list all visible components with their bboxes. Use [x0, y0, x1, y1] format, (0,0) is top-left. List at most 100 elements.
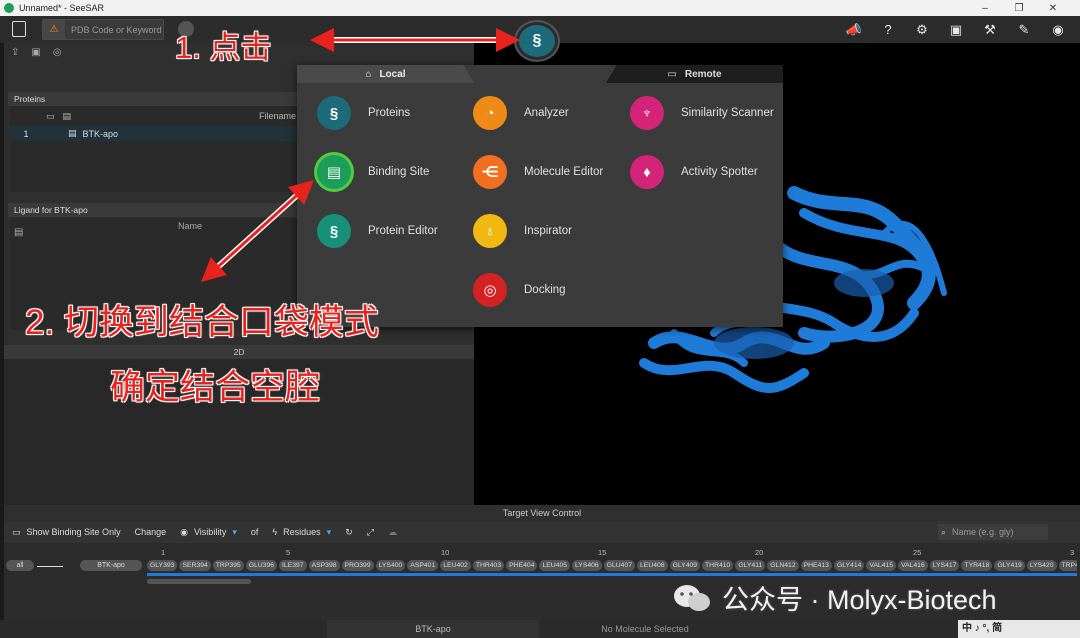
restore-button[interactable]: ❐ — [1002, 3, 1036, 14]
refresh-icon[interactable]: ↻ — [345, 527, 353, 538]
megaphone-icon[interactable]: 📣 — [842, 19, 866, 40]
annotation-step2-sub: 确定结合空腔 — [110, 368, 321, 407]
residue-chip[interactable]: GLY411 — [735, 560, 766, 571]
measure-icon[interactable]: ✎ — [1012, 19, 1036, 40]
residue-chip[interactable]: THR403 — [472, 560, 505, 571]
residue-chip[interactable]: VAL415 — [866, 560, 897, 571]
close-button[interactable]: ✕ — [1036, 3, 1070, 14]
analyzer-icon: ◔ — [473, 96, 507, 130]
window-controls: – ❐ ✕ — [968, 0, 1070, 16]
view-icon[interactable]: ◎ — [53, 47, 62, 58]
tab-local[interactable]: ⌂ Local — [297, 65, 474, 83]
residue-chip[interactable]: GLU396 — [245, 560, 278, 571]
residue-chip[interactable]: THR410 — [702, 560, 734, 571]
eye-icon: ◉ — [180, 526, 188, 537]
mode-activity-spotter[interactable]: ♦ Activity Spotter — [630, 155, 758, 189]
mode-menu-button[interactable]: § — [516, 22, 558, 60]
target-view-title: Target View Control — [4, 505, 1080, 521]
residue-name-input[interactable]: ⌕ Name (e.g. gly) — [938, 524, 1048, 540]
all-chain-chip[interactable]: all — [6, 560, 34, 571]
tools-icon[interactable]: ⚒ — [978, 19, 1002, 40]
residues-dropdown[interactable]: ϟ Residues ▾ — [272, 527, 331, 538]
save-icon[interactable]: ▣ — [31, 47, 40, 58]
eye-icon[interactable]: ◉ — [1046, 19, 1070, 40]
checkbox-icon[interactable]: ▭ — [12, 527, 21, 538]
brain-icon[interactable]: ☁ — [388, 527, 397, 538]
residue-chip[interactable]: TRP395 — [212, 560, 244, 571]
residue-chip[interactable]: PHE413 — [800, 560, 832, 571]
import-icon[interactable]: ⇪ — [11, 47, 19, 58]
residue-chip[interactable]: ASP401 — [407, 560, 439, 571]
mode-label: Binding Site — [368, 166, 430, 178]
residue-chip[interactable]: SER394 — [179, 560, 211, 571]
mode-proteins[interactable]: § Proteins — [317, 96, 410, 130]
ruler-tick: 15 — [598, 548, 607, 557]
ruler-tick: 3 — [1070, 548, 1075, 557]
residue-chip[interactable]: TYR418 — [961, 560, 993, 571]
server-icon: ▭ — [667, 68, 677, 80]
mode-protein-editor[interactable]: § Protein Editor — [317, 214, 438, 248]
settings-icon[interactable]: ⚙ — [910, 19, 934, 40]
mode-label: Similarity Scanner — [681, 107, 774, 119]
mode-label: Inspirator — [524, 225, 572, 237]
mode-inspirator[interactable]: ♁ Inspirator — [473, 214, 572, 248]
mode-molecule-editor[interactable]: ⋲ Molecule Editor — [473, 155, 603, 189]
status-molecule: No Molecule Selected — [601, 624, 689, 634]
residue-chip[interactable]: ILE397 — [279, 560, 307, 571]
name-column[interactable]: Name — [178, 221, 202, 231]
mode-analyzer[interactable]: ◔ Analyzer — [473, 96, 569, 130]
column-icon[interactable]: ▭ — [46, 111, 55, 122]
residue-chip[interactable]: LYS400 — [375, 560, 406, 571]
comment-icon[interactable]: ▤ — [63, 111, 72, 122]
status-protein: BTK-apo — [327, 620, 539, 638]
inspirator-icon: ♁ — [473, 214, 507, 248]
pdb-search-input[interactable]: PDB Code or Keyword — [71, 25, 162, 35]
residue-chip[interactable]: LEU408 — [637, 560, 668, 571]
residue-chip[interactable]: GLY419 — [994, 560, 1025, 571]
ime-indicator[interactable]: 中 ♪ °, 简 — [958, 620, 1080, 638]
residue-scrollbar[interactable] — [147, 579, 251, 584]
docking-icon: ◎ — [473, 273, 507, 307]
residue-chip[interactable]: LEU402 — [440, 560, 471, 571]
residue-chip[interactable]: PRO399 — [341, 560, 374, 571]
warning-icon[interactable]: ⚠ — [43, 20, 65, 39]
new-document-icon[interactable] — [12, 21, 26, 37]
residue-chip[interactable]: LEU405 — [539, 560, 571, 571]
residue-chip[interactable]: ASP398 — [308, 560, 340, 571]
residue-chip[interactable]: GLU407 — [603, 560, 636, 571]
chain-line — [37, 566, 63, 567]
visibility-dropdown[interactable]: ◉ Visibility ▾ — [180, 527, 237, 538]
filename-column[interactable]: Filename — [259, 111, 296, 121]
residue-chip[interactable]: GLY414 — [833, 560, 865, 571]
monitor-icon[interactable]: ▣ — [944, 19, 968, 40]
2d-panel-label: 2D — [4, 345, 474, 359]
tab-local-label: Local — [379, 68, 406, 80]
mode-label: Docking — [524, 284, 566, 296]
of-label: of — [250, 527, 259, 537]
residue-chip[interactable]: GLY409 — [669, 560, 701, 571]
ruler-tick: 10 — [441, 548, 450, 557]
minimize-button[interactable]: – — [968, 3, 1002, 14]
status-bar: BTK-apo No Molecule Selected 中 ♪ °, 简 — [0, 620, 1080, 638]
residue-chip[interactable]: LYS420 — [1026, 560, 1057, 571]
mode-similarity-scanner[interactable]: ♆ Similarity Scanner — [630, 96, 774, 130]
residue-chip[interactable]: VAL416 — [898, 560, 928, 571]
tab-remote[interactable]: ▭ Remote — [606, 65, 783, 83]
residue-chip[interactable]: TRP421 — [1058, 560, 1077, 571]
toolbar-right-icons: 📣 ? ⚙ ▣ ⚒ ✎ ◉ — [842, 19, 1070, 40]
residue-chip[interactable]: GLY393 — [147, 560, 178, 571]
connect-icon[interactable]: ⤢ — [367, 527, 374, 538]
residue-chip[interactable]: LYS406 — [572, 560, 602, 571]
watermark-text: 公众号 · Molyx-Biotech — [722, 585, 997, 615]
residue-strip: GLY393 SER394 TRP395 GLU396 ILE397 ASP398 PRO3… — [147, 560, 1077, 572]
mode-docking[interactable]: ◎ Docking — [473, 273, 566, 307]
residue-chip[interactable]: GLN412 — [767, 560, 799, 571]
mode-binding-site[interactable]: ▤ Binding Site — [317, 155, 429, 189]
residue-chip[interactable]: LYS417 — [929, 560, 960, 571]
comment-icon[interactable]: ▤ — [14, 227, 23, 238]
residue-chip[interactable]: PHE404 — [506, 560, 538, 571]
help-icon[interactable]: ? — [876, 19, 900, 40]
protein-chain-chip[interactable]: BTK-apo — [80, 560, 142, 571]
show-binding-site-only-toggle[interactable]: ▭ Show Binding Site Only — [12, 527, 121, 538]
pdb-search-combo[interactable]: ⚠ PDB Code or Keyword — [42, 19, 164, 40]
